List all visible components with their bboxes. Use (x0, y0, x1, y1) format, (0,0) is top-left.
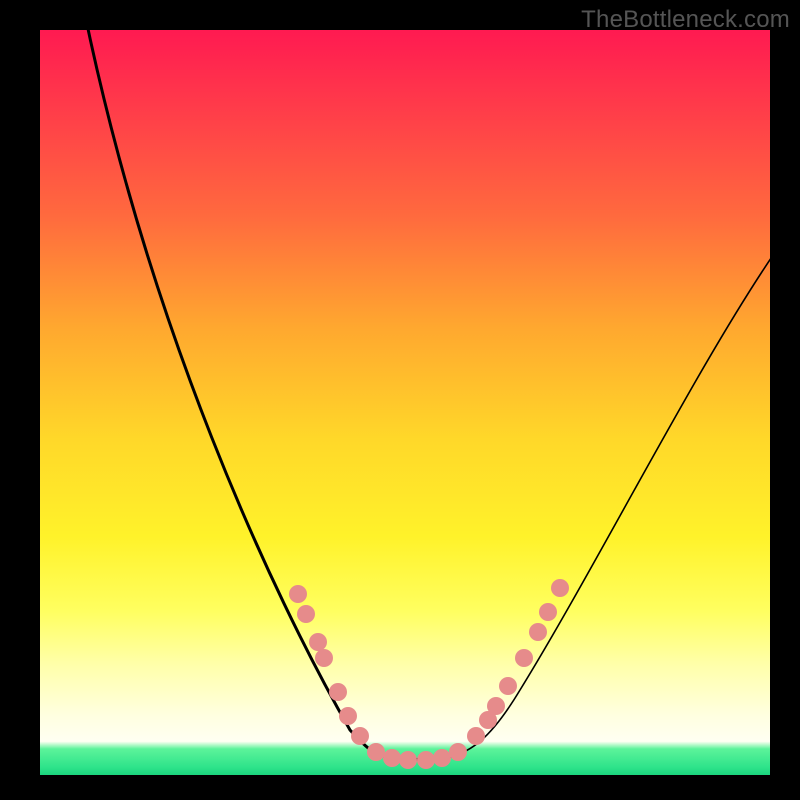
data-marker (329, 683, 347, 701)
plot-area (40, 30, 770, 775)
data-marker (487, 697, 505, 715)
data-marker (351, 727, 369, 745)
data-marker (339, 707, 357, 725)
curve-svg (40, 30, 770, 775)
data-marker (449, 743, 467, 761)
data-marker (315, 649, 333, 667)
data-marker (499, 677, 517, 695)
data-marker (297, 605, 315, 623)
chart-frame: TheBottleneck.com (0, 0, 800, 800)
data-marker (399, 751, 417, 769)
data-marker (289, 585, 307, 603)
marker-group (289, 579, 569, 769)
data-marker (383, 749, 401, 767)
data-marker (539, 603, 557, 621)
data-marker (515, 649, 533, 667)
curve-left (84, 10, 780, 760)
data-marker (467, 727, 485, 745)
curve-right (84, 10, 780, 760)
data-marker (417, 751, 435, 769)
data-marker (551, 579, 569, 597)
data-marker (529, 623, 547, 641)
data-marker (433, 749, 451, 767)
data-marker (367, 743, 385, 761)
data-marker (309, 633, 327, 651)
